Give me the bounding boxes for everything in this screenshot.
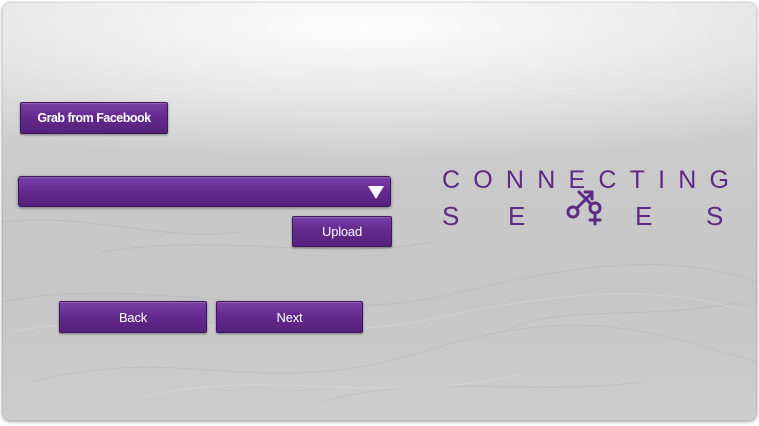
logo-line-2-s1: S (442, 201, 459, 231)
app-window: Grab from Facebook Upload Back Next CONN… (2, 2, 757, 421)
gender-symbols-icon (566, 190, 602, 226)
photo-select-dropdown[interactable] (18, 176, 391, 207)
logo-line-2-e1: E (508, 201, 525, 231)
grab-from-facebook-button[interactable]: Grab from Facebook (20, 102, 168, 134)
logo-line-1: CONNECTING (442, 166, 729, 194)
back-button[interactable]: Back (59, 301, 207, 333)
next-button[interactable]: Next (216, 301, 363, 333)
logo-line-2-s2: S (706, 201, 723, 231)
logo-line-2-e2: E (635, 201, 652, 231)
upload-button[interactable]: Upload (292, 216, 392, 247)
chevron-down-icon (368, 186, 384, 199)
connecting-sexes-logo: CONNECTING S E E S (442, 166, 729, 231)
